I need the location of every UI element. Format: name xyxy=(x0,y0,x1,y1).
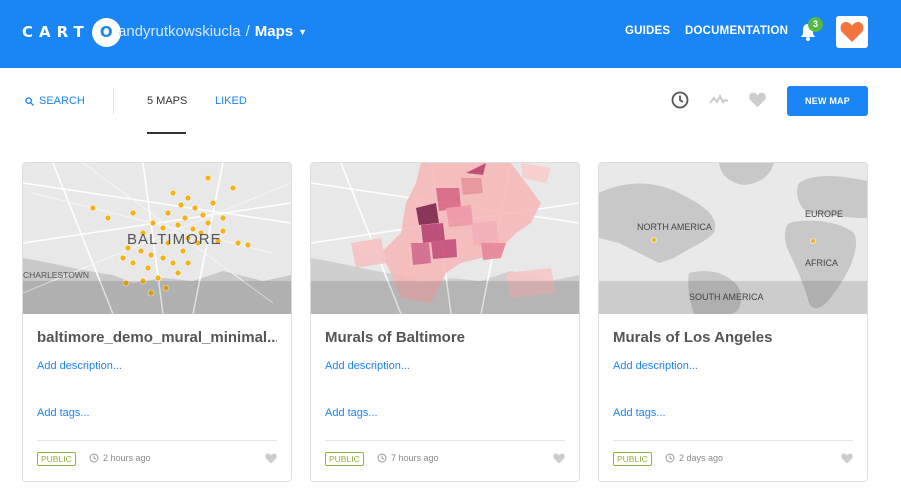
add-tags-link[interactable]: Add tags... xyxy=(325,407,378,419)
card-title[interactable]: Murals of Los Angeles xyxy=(613,329,853,346)
search-button[interactable]: SEARCH xyxy=(25,95,85,107)
map-label-city: BALTIMORE xyxy=(127,231,222,248)
avatar-heart-icon xyxy=(840,22,864,42)
add-description-link[interactable]: Add description... xyxy=(325,360,410,372)
add-description-link[interactable]: Add description... xyxy=(37,360,122,372)
tab-maps[interactable]: 5 MAPS xyxy=(147,95,187,107)
map-label-africa: AFRICA xyxy=(805,258,839,268)
map-card[interactable]: BALTIMORE CHARLESTOWN baltimore_demo_mur… xyxy=(22,162,292,482)
card-title[interactable]: Murals of Baltimore xyxy=(325,329,565,346)
logo-o-letter: O xyxy=(99,23,113,41)
user-avatar[interactable] xyxy=(836,16,868,48)
card-title[interactable]: baltimore_demo_mural_minimal... xyxy=(37,329,277,346)
privacy-badge[interactable]: PUBLIC xyxy=(613,452,652,466)
card-divider xyxy=(325,440,565,441)
search-label: SEARCH xyxy=(39,95,85,107)
search-icon xyxy=(25,96,34,106)
card-timestamp: 2 hours ago xyxy=(89,453,151,463)
map-label-district: CHARLESTOWN xyxy=(23,270,89,280)
caret-down-icon[interactable]: ▼ xyxy=(298,27,307,37)
like-heart-icon[interactable] xyxy=(841,453,853,464)
clock-icon xyxy=(89,453,99,463)
tab-active-indicator xyxy=(147,132,186,134)
updated-time: 2 days ago xyxy=(679,453,724,463)
nav-link-guides[interactable]: GUIDES xyxy=(625,25,670,37)
top-navbar: CART O andyrutkowskiucla / Maps ▼ GUIDES… xyxy=(0,0,901,68)
toolbar-divider xyxy=(113,88,114,114)
like-heart-icon[interactable] xyxy=(265,453,277,464)
new-map-button[interactable]: NEW MAP xyxy=(787,86,868,116)
map-label-south-america: SOUTH AMERICA xyxy=(689,292,764,302)
clock-icon[interactable] xyxy=(671,91,689,109)
nav-link-documentation[interactable]: DOCUMENTATION xyxy=(685,25,788,37)
breadcrumb-separator: / xyxy=(245,23,250,40)
breadcrumb: andyrutkowskiucla / Maps ▼ xyxy=(118,23,307,40)
breadcrumb-section[interactable]: Maps xyxy=(255,23,293,40)
map-card[interactable]: Murals of Baltimore Add description... A… xyxy=(310,162,580,482)
add-tags-link[interactable]: Add tags... xyxy=(37,407,90,419)
heart-icon[interactable] xyxy=(748,92,767,108)
map-thumbnail[interactable] xyxy=(311,163,579,314)
tab-liked[interactable]: LIKED xyxy=(215,95,247,107)
map-card[interactable]: NORTH AMERICA EUROPE AFRICA SOUTH AMERIC… xyxy=(598,162,868,482)
activity-icon[interactable] xyxy=(709,94,729,106)
add-tags-link[interactable]: Add tags... xyxy=(613,407,666,419)
card-timestamp: 2 days ago xyxy=(665,453,723,463)
clock-icon xyxy=(377,453,387,463)
logo-text: CART xyxy=(22,23,90,41)
card-divider xyxy=(37,440,277,441)
map-label-europe: EUROPE xyxy=(805,209,844,219)
notification-badge: 3 xyxy=(808,17,823,32)
like-heart-icon[interactable] xyxy=(553,453,565,464)
privacy-badge[interactable]: PUBLIC xyxy=(325,452,364,466)
map-thumbnail-image xyxy=(311,163,579,314)
clock-icon xyxy=(665,453,675,463)
card-timestamp: 7 hours ago xyxy=(377,453,439,463)
logo-o: O xyxy=(91,17,121,47)
map-label-north-america: NORTH AMERICA xyxy=(637,222,712,232)
add-description-link[interactable]: Add description... xyxy=(613,360,698,372)
card-divider xyxy=(613,440,853,441)
updated-time: 7 hours ago xyxy=(391,453,439,463)
map-thumbnail[interactable]: BALTIMORE CHARLESTOWN xyxy=(23,163,291,314)
breadcrumb-user[interactable]: andyrutkowskiucla xyxy=(118,23,241,40)
updated-time: 2 hours ago xyxy=(103,453,151,463)
privacy-badge[interactable]: PUBLIC xyxy=(37,452,76,466)
carto-logo[interactable]: CART O xyxy=(22,17,121,47)
map-thumbnail[interactable]: NORTH AMERICA EUROPE AFRICA SOUTH AMERIC… xyxy=(599,163,867,314)
